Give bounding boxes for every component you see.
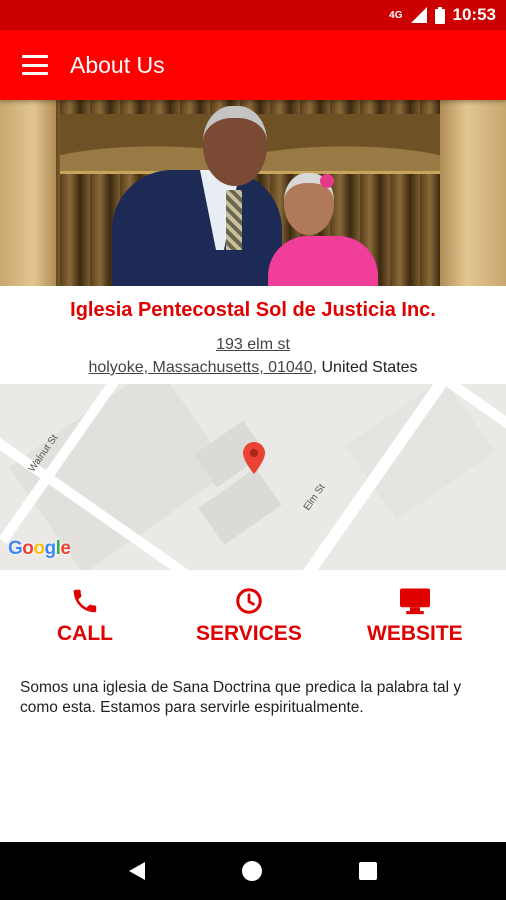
church-info: Iglesia Pentecostal Sol de Justicia Inc.… bbox=[0, 286, 506, 377]
google-letter: o bbox=[33, 538, 45, 559]
menu-icon[interactable] bbox=[22, 55, 48, 75]
services-label: SERVICES bbox=[196, 622, 302, 645]
church-description: Somos una iglesia de Sana Doctrina que p… bbox=[20, 679, 462, 716]
action-bar: CALL SERVICES WEBSITE bbox=[0, 586, 506, 656]
network-indicator: 4G bbox=[389, 9, 403, 21]
address-country: , United States bbox=[312, 359, 418, 376]
monitor-icon bbox=[399, 588, 430, 615]
call-button[interactable]: CALL bbox=[57, 586, 113, 646]
recents-icon[interactable] bbox=[359, 862, 378, 880]
system-nav-bar bbox=[0, 842, 506, 900]
page-title: About Us bbox=[70, 51, 165, 78]
google-letter: G bbox=[8, 538, 23, 559]
website-button[interactable]: WEBSITE bbox=[367, 586, 463, 646]
app-bar: About Us bbox=[0, 30, 506, 100]
street-label-elm: Elm St bbox=[301, 482, 328, 513]
location-map[interactable]: Walnut St Elm St bbox=[0, 384, 506, 570]
address-line-2: holyoke, Massachusetts, 01040, United St… bbox=[0, 359, 506, 377]
clock-icon bbox=[236, 588, 262, 614]
church-photo bbox=[0, 100, 506, 286]
google-letter: g bbox=[44, 538, 57, 559]
church-name: Iglesia Pentecostal Sol de Justicia Inc. bbox=[70, 299, 436, 321]
signal-icon bbox=[410, 7, 427, 23]
website-label: WEBSITE bbox=[367, 622, 463, 645]
google-letter: e bbox=[60, 538, 71, 559]
services-button[interactable]: SERVICES bbox=[196, 586, 302, 646]
status-bar: 4G 10:53 bbox=[0, 0, 506, 30]
call-label: CALL bbox=[57, 622, 113, 645]
clock: 10:53 bbox=[452, 5, 496, 24]
address-city-link[interactable]: holyoke, Massachusetts, 01040 bbox=[88, 359, 312, 376]
address-line-1[interactable]: 193 elm st bbox=[0, 336, 506, 354]
back-icon[interactable] bbox=[128, 862, 145, 880]
phone-icon bbox=[73, 589, 97, 613]
map-pin-icon[interactable] bbox=[243, 442, 265, 474]
home-icon[interactable] bbox=[241, 861, 262, 881]
battery-icon bbox=[434, 6, 445, 24]
google-attribution: Google bbox=[8, 538, 71, 560]
google-letter: o bbox=[22, 538, 34, 559]
